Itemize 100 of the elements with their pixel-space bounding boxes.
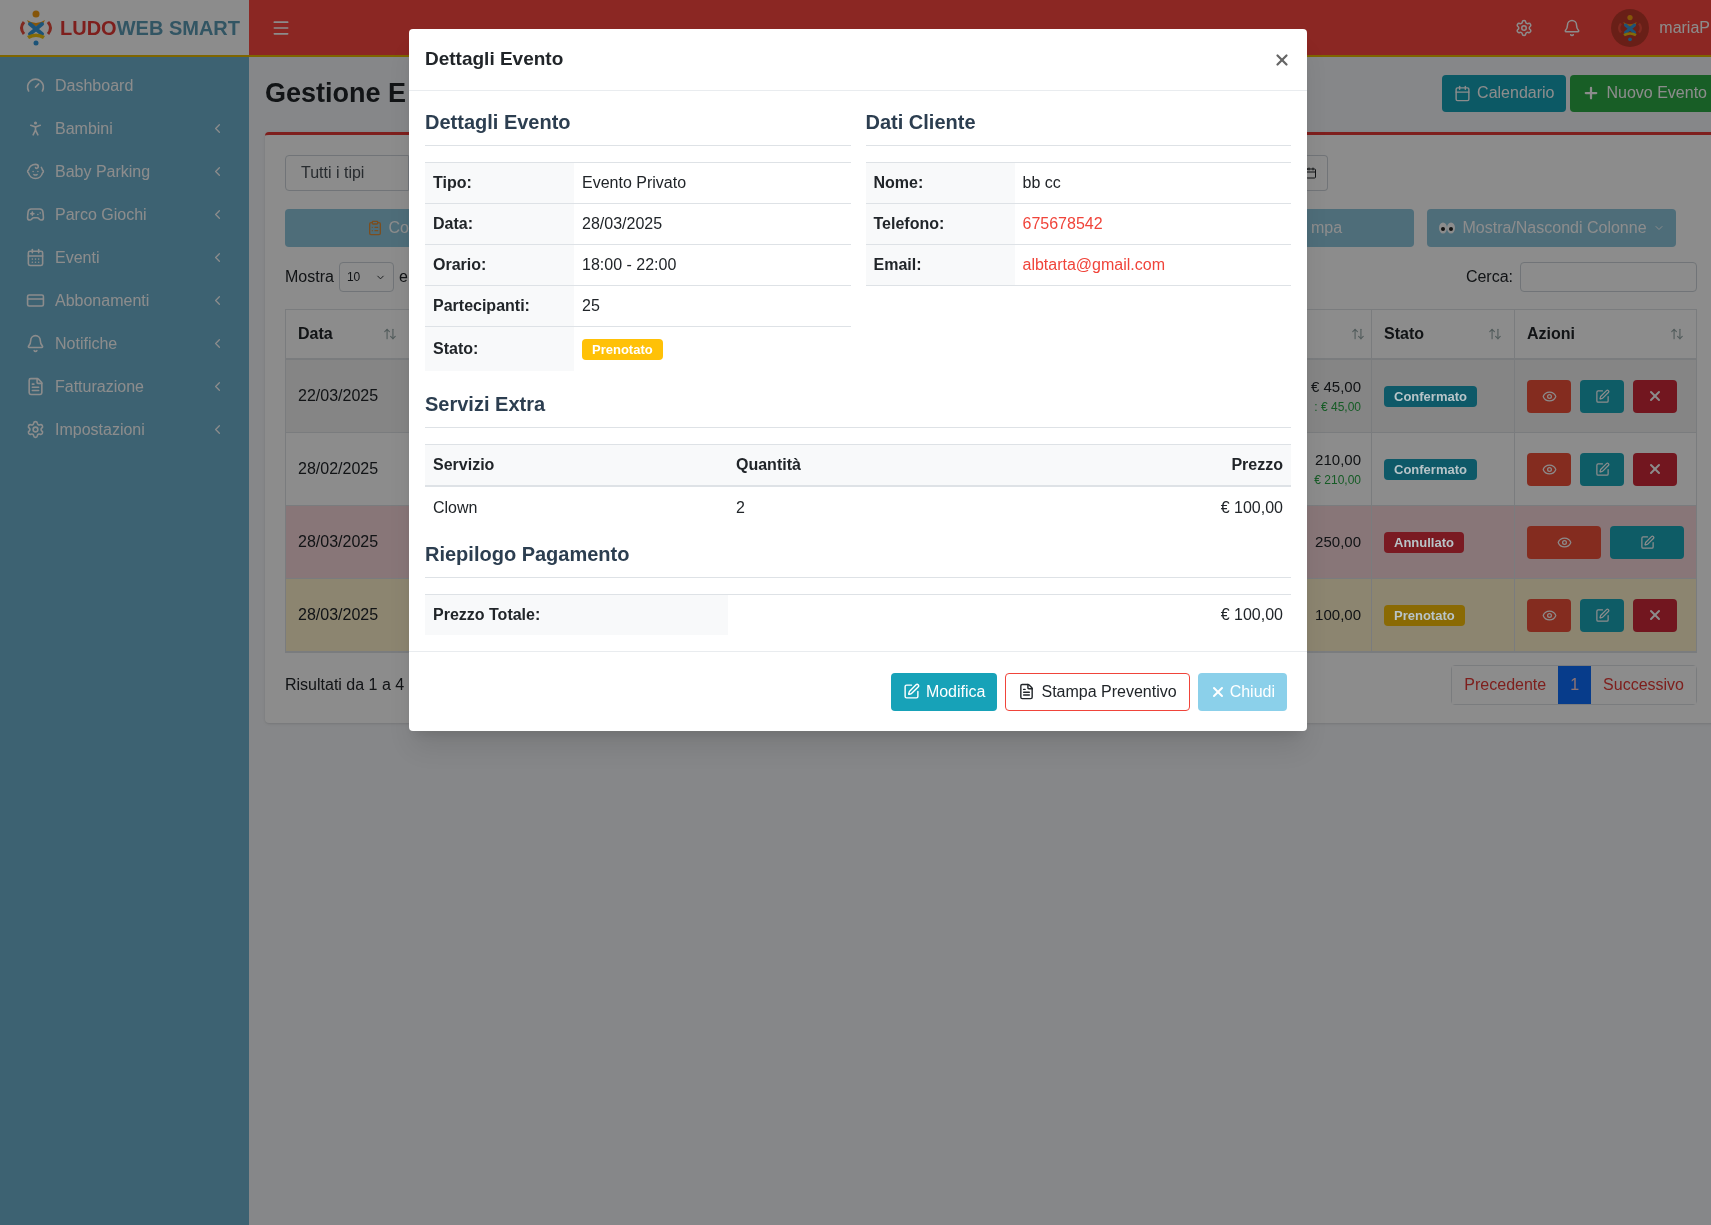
sort-icon xyxy=(1670,327,1684,341)
search-field[interactable] xyxy=(1520,262,1697,292)
view-button[interactable] xyxy=(1527,598,1571,632)
length-select[interactable]: 10 xyxy=(338,262,394,292)
contact-link[interactable]: albtarta@gmail.com xyxy=(1022,253,1165,277)
field-value: 25 xyxy=(582,296,600,316)
status-badge: Annullato xyxy=(1384,531,1464,553)
gauge-icon xyxy=(26,76,45,95)
status-badge: Confermato xyxy=(1384,458,1477,480)
delete-button[interactable] xyxy=(1633,598,1677,632)
sidebar-item[interactable]: Notifiche xyxy=(0,322,249,365)
eye-icon xyxy=(1556,534,1572,550)
show-label: Mostra xyxy=(285,267,334,287)
field-label: Stato: xyxy=(425,327,574,371)
document-icon xyxy=(1018,683,1036,700)
sidebar-item[interactable]: Abbonamenti xyxy=(0,279,249,322)
copy-button[interactable]: Co xyxy=(285,209,409,247)
section-title: Dati Cliente xyxy=(865,107,1291,146)
close-button[interactable]: Chiudi xyxy=(1197,672,1287,711)
section-title: Riepilogo Pagamento xyxy=(425,539,1291,578)
table-cell: 28/03/2025 xyxy=(286,579,409,652)
edit-button[interactable] xyxy=(1610,525,1684,559)
type-select[interactable]: Tutti i tipi xyxy=(285,155,409,191)
amount-text: € 45,00 xyxy=(1310,376,1361,397)
amount-text: 100,00 xyxy=(1315,604,1361,625)
bell-icon xyxy=(26,334,45,353)
field-value: Evento Privato xyxy=(582,173,687,193)
card-icon xyxy=(26,291,45,310)
calendar-icon xyxy=(26,248,45,267)
eye-icon xyxy=(1541,388,1557,404)
field-label: Orario: xyxy=(425,245,574,285)
column-header: Servizio xyxy=(433,455,496,475)
eye-icon xyxy=(1541,607,1557,623)
amount-text: 250,00 xyxy=(1315,531,1361,552)
edit-icon xyxy=(902,683,920,700)
view-button[interactable] xyxy=(1527,379,1571,413)
edit-button[interactable]: Modifica xyxy=(890,672,998,711)
columns-button[interactable]: Mostra/Nascondi Colonne xyxy=(1427,209,1676,247)
edit-button[interactable] xyxy=(1580,379,1624,413)
new-event-button[interactable]: Nuovo Evento xyxy=(1570,74,1711,112)
avatar[interactable] xyxy=(1611,8,1650,47)
gamepad-icon xyxy=(26,205,45,224)
dialog-title: Dettagli Evento xyxy=(425,47,564,72)
field-label: Telefono: xyxy=(865,204,1015,244)
edit-icon xyxy=(1594,388,1610,404)
delete-button[interactable] xyxy=(1633,452,1677,486)
page-title: Gestione E xyxy=(265,76,407,110)
close-icon xyxy=(1647,607,1663,623)
table-cell-text: 2 xyxy=(736,498,746,518)
close-icon xyxy=(1647,388,1663,404)
calendar-button[interactable]: Calendario xyxy=(1442,74,1567,112)
field-label: Prezzo Totale: xyxy=(425,595,728,635)
eyes-icon xyxy=(1438,222,1457,234)
sidebar-item[interactable]: Fatturazione xyxy=(0,365,249,408)
sidebar-item[interactable]: Parco Giochi xyxy=(0,193,249,236)
page-link[interactable]: 1 xyxy=(1558,666,1592,704)
section-title: Dettagli Evento xyxy=(425,107,851,146)
column-header: Prezzo xyxy=(1230,455,1283,475)
field-value: 28/03/2025 xyxy=(582,214,663,234)
document-icon xyxy=(26,377,45,396)
sidebar-item[interactable]: Baby Parking xyxy=(0,150,249,193)
settings-icon[interactable] xyxy=(1515,18,1534,37)
table-cell-text: Clown xyxy=(433,498,479,518)
edit-icon xyxy=(1594,607,1610,623)
bell-icon[interactable] xyxy=(1563,18,1582,37)
section-title: Servizi Extra xyxy=(425,389,1291,428)
edit-button[interactable] xyxy=(1580,452,1624,486)
field-label: Tipo: xyxy=(425,163,574,203)
table-cell: 28/03/2025 xyxy=(286,506,409,579)
field-label: Email: xyxy=(865,245,1015,285)
baby-icon xyxy=(26,162,45,181)
sidebar-item[interactable]: Bambini xyxy=(0,107,249,150)
user-name[interactable]: mariaP xyxy=(1659,15,1710,40)
eye-icon xyxy=(1541,461,1557,477)
edit-button[interactable] xyxy=(1580,598,1624,632)
edit-icon xyxy=(1639,534,1655,550)
view-button[interactable] xyxy=(1527,452,1571,486)
contact-link[interactable]: 675678542 xyxy=(1022,212,1103,236)
sort-icon xyxy=(1351,327,1365,341)
amount-text: 210,00 xyxy=(1315,449,1361,470)
edit-icon xyxy=(1594,461,1610,477)
clipboard-icon xyxy=(366,220,383,236)
total-value: € 100,00 xyxy=(1219,605,1284,625)
field-label: Data: xyxy=(425,204,574,244)
settings-icon xyxy=(26,420,45,439)
calendar-icon xyxy=(1305,167,1317,179)
paid-text: € 210,00 xyxy=(1314,472,1361,490)
status-badge: Prenotato xyxy=(582,338,663,360)
sidebar-item[interactable]: Impostazioni xyxy=(0,408,249,451)
delete-button[interactable] xyxy=(1633,379,1677,413)
field-value: 18:00 - 22:00 xyxy=(582,255,677,275)
print-button[interactable]: Stampa Preventivo xyxy=(1005,672,1190,711)
column-header: Quantità xyxy=(736,455,802,475)
results-info: Risultati da 1 a 4 xyxy=(285,675,405,695)
sidebar-item[interactable]: Eventi xyxy=(0,236,249,279)
sort-icon xyxy=(1488,327,1502,341)
sort-icon xyxy=(383,327,397,341)
view-button[interactable] xyxy=(1527,525,1601,559)
sidebar-item[interactable]: Dashboard xyxy=(0,64,249,107)
status-badge: Confermato xyxy=(1384,385,1477,407)
